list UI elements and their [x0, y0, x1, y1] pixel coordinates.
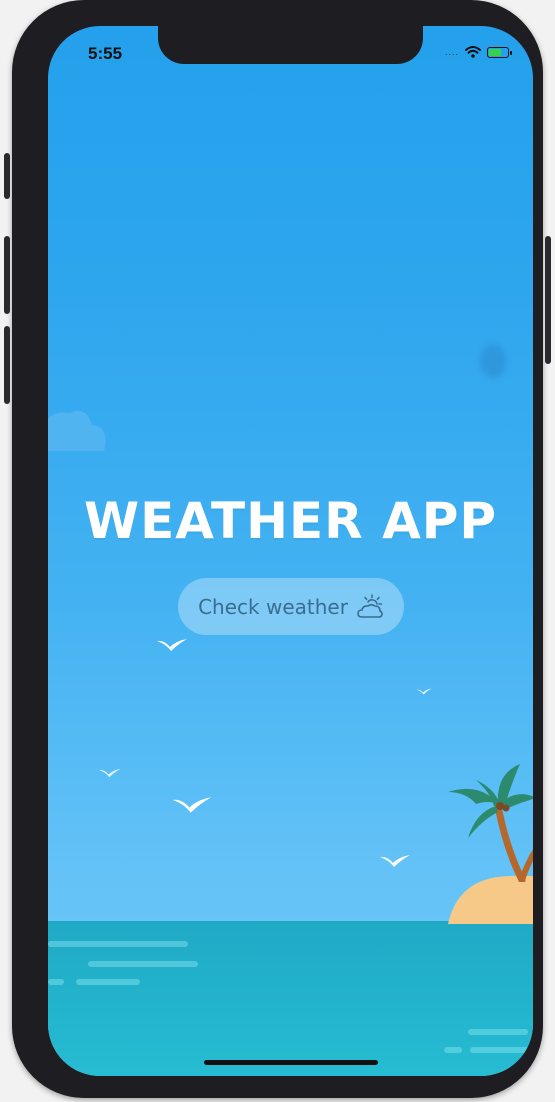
- power-button: [545, 236, 551, 364]
- volume-down-button: [4, 326, 10, 404]
- check-weather-label: Check weather: [198, 594, 348, 619]
- wave: [48, 979, 64, 985]
- notch: [158, 26, 423, 64]
- home-indicator[interactable]: [204, 1060, 378, 1065]
- cloud-icon: [48, 410, 106, 451]
- wifi-icon: [465, 46, 481, 58]
- phone-frame: 5:55 .... WEATHER APP Check weather: [4, 0, 551, 1098]
- status-time: 5:55: [88, 44, 123, 63]
- app-title: WEATHER APP: [83, 492, 498, 550]
- palm-tree-icon: [448, 764, 533, 882]
- bird-icon: [416, 688, 432, 695]
- cloud-blob: [480, 344, 506, 378]
- bird-icon: [157, 639, 187, 651]
- bird-icon: [99, 768, 121, 778]
- wave: [444, 1047, 462, 1053]
- wave: [48, 941, 188, 947]
- sea: [48, 921, 533, 1076]
- app-screen: 5:55 .... WEATHER APP Check weather: [48, 26, 533, 1076]
- volume-up-button: [4, 236, 10, 314]
- wave: [470, 1047, 530, 1053]
- silent-switch: [4, 153, 10, 199]
- signal-icon: ....: [444, 47, 459, 57]
- wave: [76, 979, 140, 985]
- battery-charging-icon: [487, 46, 512, 58]
- check-weather-button[interactable]: Check weather: [178, 578, 404, 635]
- wave: [468, 1029, 528, 1035]
- wave: [88, 961, 198, 967]
- bird-icon: [172, 797, 212, 813]
- sun-behind-cloud-icon: [357, 593, 383, 618]
- status-icons: ....: [444, 46, 512, 58]
- bird-icon: [380, 855, 410, 867]
